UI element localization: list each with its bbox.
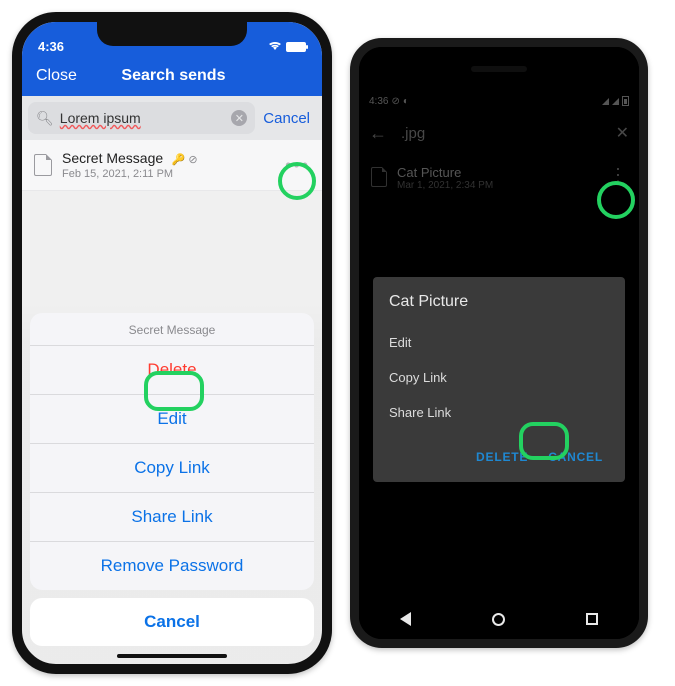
action-sheet: Secret Message Delete Edit Copy Link Sha… bbox=[30, 313, 314, 646]
search-input[interactable]: 🔍︎ Lorem ipsum ✕ bbox=[28, 102, 255, 134]
cancel-search-button[interactable]: Cancel bbox=[263, 110, 316, 127]
home-nav-icon[interactable] bbox=[492, 613, 505, 626]
share-link-button[interactable]: Share Link bbox=[30, 492, 314, 541]
cancel-button[interactable]: CANCEL bbox=[542, 442, 609, 472]
ios-status-time: 4:36 bbox=[38, 39, 64, 54]
delete-button[interactable]: Delete bbox=[30, 345, 314, 394]
copy-link-button[interactable]: Copy Link bbox=[30, 443, 314, 492]
results-list: Secret Message 🔑 ⊘ Feb 15, 2021, 2:11 PM… bbox=[22, 140, 322, 191]
sheet-title: Secret Message bbox=[30, 313, 314, 345]
cancel-button[interactable]: Cancel bbox=[30, 598, 314, 646]
item-name: Secret Message bbox=[62, 150, 163, 166]
list-item[interactable]: Secret Message 🔑 ⊘ Feb 15, 2021, 2:11 PM… bbox=[22, 140, 322, 191]
remove-password-button[interactable]: Remove Password bbox=[30, 541, 314, 590]
android-nav-bar bbox=[359, 599, 639, 639]
home-indicator[interactable] bbox=[117, 654, 227, 658]
android-mockup: 4:36 ⊘ ◐ ← .jpg ✕ Cat Picture Mar 1, 202… bbox=[350, 38, 648, 648]
dialog-title: Cat Picture bbox=[389, 293, 609, 311]
delete-button[interactable]: DELETE bbox=[470, 442, 534, 472]
options-dialog: Cat Picture Edit Copy Link Share Link DE… bbox=[373, 277, 625, 482]
back-nav-icon[interactable] bbox=[400, 612, 411, 626]
search-icon: 🔍︎ bbox=[36, 110, 54, 127]
iphone-notch bbox=[97, 22, 247, 46]
ios-nav-bar: Close Search sends bbox=[22, 56, 322, 96]
search-value: Lorem ipsum bbox=[60, 110, 226, 126]
more-options-icon[interactable]: ••• bbox=[285, 155, 310, 176]
document-icon bbox=[34, 154, 52, 176]
search-row: 🔍︎ Lorem ipsum ✕ Cancel bbox=[22, 96, 322, 140]
iphone-mockup: 4:36 Close Search sends 🔍︎ Lorem ipsum ✕… bbox=[12, 12, 332, 674]
item-badges: 🔑 ⊘ bbox=[172, 154, 198, 166]
copy-link-option[interactable]: Copy Link bbox=[389, 360, 609, 395]
page-title: Search sends bbox=[121, 67, 225, 85]
edit-option[interactable]: Edit bbox=[389, 325, 609, 360]
close-button[interactable]: Close bbox=[36, 67, 77, 85]
share-link-option[interactable]: Share Link bbox=[389, 395, 609, 430]
wifi-icon bbox=[268, 39, 282, 54]
recents-nav-icon[interactable] bbox=[586, 613, 598, 625]
clear-search-icon[interactable]: ✕ bbox=[231, 110, 247, 126]
edit-button[interactable]: Edit bbox=[30, 394, 314, 443]
battery-icon bbox=[286, 42, 306, 52]
item-subtitle: Feb 15, 2021, 2:11 PM bbox=[62, 168, 198, 180]
